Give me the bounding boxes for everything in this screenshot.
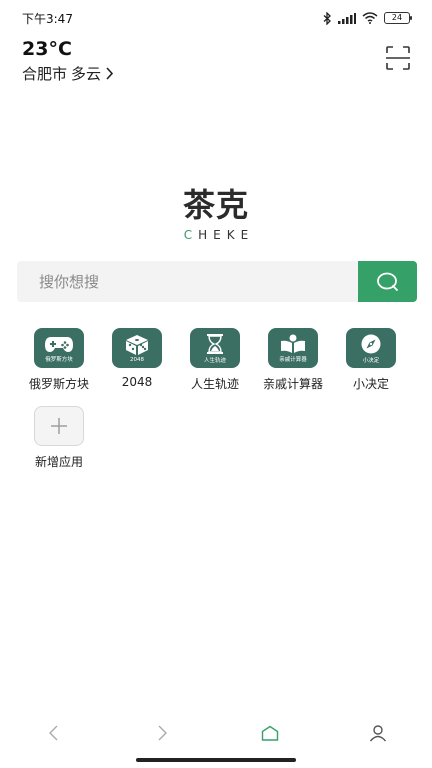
app-label: 亲戚计算器	[262, 377, 323, 391]
search-icon	[376, 272, 398, 291]
home-indicator[interactable]	[136, 758, 296, 762]
compass-icon	[361, 334, 381, 353]
logo-title: 茶克	[182, 186, 249, 224]
app-icon-tile: 俄罗斯方块	[34, 328, 84, 368]
app-icon-tile: 亲戚计算器	[268, 328, 318, 368]
back-button[interactable]	[34, 716, 74, 750]
app-relative-calculator[interactable]: 亲戚计算器 亲戚计算器	[254, 328, 332, 392]
home-icon	[261, 725, 279, 741]
app-icon-tile: 小决定	[346, 328, 396, 368]
hourglass-icon	[207, 333, 223, 354]
reading-icon	[281, 334, 305, 353]
app-tetris[interactable]: 俄罗斯方块 俄罗斯方块	[20, 328, 98, 392]
logo-subtitle-rest: HEKE	[198, 228, 255, 242]
bottom-nav	[0, 716, 432, 750]
app-label: 2048	[121, 375, 153, 389]
chevron-left-icon	[49, 725, 58, 741]
add-app-label: 新增应用	[34, 455, 83, 469]
plus-icon	[51, 418, 67, 434]
city: 合肥市	[22, 65, 68, 83]
weather-widget[interactable]: 23°C 合肥市 多云	[22, 38, 114, 84]
app-icon-caption: 亲戚计算器	[279, 356, 307, 363]
scan-icon	[386, 46, 410, 70]
app-logo: 茶克 CHEKE	[0, 180, 432, 242]
profile-button[interactable]	[358, 716, 398, 750]
app-icon-caption: 2048	[130, 356, 144, 363]
status-time: 下午3:47	[22, 11, 73, 26]
app-label: 小决定	[352, 377, 389, 391]
user-icon	[369, 725, 387, 742]
status-bar: 下午3:47 24	[0, 0, 432, 36]
app-small-decision[interactable]: 小决定 小决定	[332, 328, 410, 392]
add-app-button[interactable]: 新增应用	[20, 406, 98, 470]
bluetooth-icon	[323, 11, 331, 25]
add-app-tile	[34, 406, 84, 446]
app-label: 俄罗斯方块	[28, 377, 89, 391]
app-grid: 俄罗斯方块 俄罗斯方块 2048 2048 人生轨迹 人生轨迹 亲戚计算器 亲戚…	[20, 328, 420, 484]
app-icon-tile: 人生轨迹	[190, 328, 240, 368]
forward-button[interactable]	[142, 716, 182, 750]
search-input[interactable]	[17, 261, 358, 302]
gamepad-icon	[45, 336, 73, 352]
app-life-track[interactable]: 人生轨迹 人生轨迹	[176, 328, 254, 392]
app-icon-caption: 小决定	[362, 357, 380, 364]
chevron-right-icon	[158, 725, 167, 741]
search-bar	[17, 261, 417, 302]
search-button[interactable]	[358, 261, 417, 302]
battery-icon: 24	[384, 12, 412, 24]
app-icon-caption: 人生轨迹	[203, 357, 226, 364]
scan-button[interactable]	[384, 44, 412, 72]
logo-subtitle-accent: C	[183, 228, 199, 242]
status-icons: 24	[323, 11, 412, 25]
home-button[interactable]	[250, 716, 290, 750]
chevron-right-icon	[106, 67, 114, 80]
weather-condition: 多云	[71, 65, 102, 83]
app-icon-tile: 2048	[112, 328, 162, 368]
signal-icon	[338, 12, 356, 24]
temperature: 23°C	[22, 38, 72, 60]
app-2048[interactable]: 2048 2048	[98, 328, 176, 392]
location-row[interactable]: 合肥市 多云	[22, 63, 114, 84]
logo-subtitle: CHEKE	[0, 228, 432, 242]
dice-icon	[126, 334, 148, 355]
app-label: 人生轨迹	[190, 377, 239, 391]
app-icon-caption: 俄罗斯方块	[45, 356, 73, 363]
wifi-icon	[362, 12, 378, 24]
